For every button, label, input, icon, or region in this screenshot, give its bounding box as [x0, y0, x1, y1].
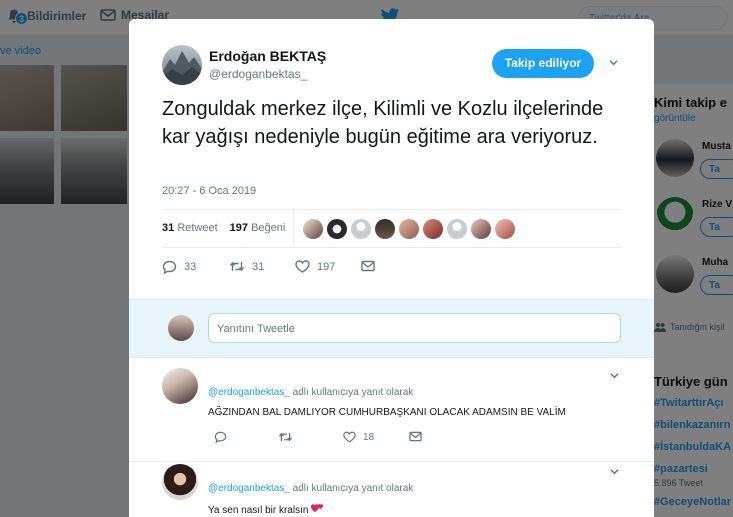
- reply-context: @erdoganbektas_ adlı kullanıcıya yanıt o…: [208, 387, 414, 398]
- retweet-icon: [278, 432, 293, 442]
- reply-text: AĞZINDAN BAL DAMLIYOR CUMHURBAŞKANI OLAC…: [208, 407, 566, 418]
- retweet-stat[interactable]: 31 Retweet: [162, 222, 218, 234]
- retweet-action[interactable]: 31: [229, 260, 264, 273]
- reply-action[interactable]: 33: [162, 260, 196, 274]
- reply-text: Ya sen nasıl bir kralsın: [208, 503, 324, 516]
- avatar[interactable]: [162, 464, 198, 500]
- divider: [162, 209, 622, 210]
- two-hearts-icon: [311, 504, 324, 512]
- tweet-stats: 31 Retweet 197 Beğeni: [162, 222, 285, 234]
- direct-message-action[interactable]: [361, 260, 375, 272]
- retweet-count: 31: [252, 260, 265, 273]
- reply-context: @erdoganbektas_ adlı kullanıcıya yanıt o…: [208, 483, 414, 494]
- reply-icon: [162, 260, 177, 274]
- reply-icon: [214, 431, 227, 443]
- heart-icon: [295, 260, 310, 273]
- tweet-text: Zonguldak merkez ilçe, Kilimli ve Kozlu …: [162, 98, 604, 148]
- reply-count: 33: [184, 261, 197, 273]
- liker-avatar[interactable]: [447, 219, 467, 239]
- direct-message-action[interactable]: [409, 431, 422, 442]
- liker-avatar[interactable]: [375, 219, 395, 239]
- liker-avatar[interactable]: [327, 219, 347, 239]
- chevron-down-icon[interactable]: [609, 58, 618, 67]
- reply-input[interactable]: Yanıtını Tweetle: [208, 313, 621, 343]
- author-handle[interactable]: @erdoganbektas_: [209, 67, 307, 81]
- retweet-action[interactable]: [278, 431, 293, 443]
- mention-link[interactable]: @erdoganbektas_: [208, 387, 290, 398]
- envelope-icon: [409, 431, 422, 442]
- avatar-image: [162, 51, 202, 85]
- retweet-icon: [229, 261, 245, 272]
- envelope-icon: [361, 260, 375, 272]
- like-action[interactable]: 197: [295, 260, 335, 273]
- heart-icon: [343, 431, 356, 443]
- likers-avatars: [303, 219, 515, 239]
- tweet-permalink-modal: Erdoğan BEKTAŞ @erdoganbektas_ Takip edi…: [129, 19, 654, 517]
- divider: [293, 210, 294, 246]
- like-action[interactable]: 18: [343, 431, 374, 443]
- liker-avatar[interactable]: [471, 219, 491, 239]
- liker-avatar[interactable]: [495, 219, 515, 239]
- author-avatar[interactable]: [162, 45, 202, 85]
- reply-composer: Yanıtını Tweetle: [129, 299, 654, 357]
- divider: [162, 247, 622, 248]
- reply-tweet[interactable]: @erdoganbektas_ adlı kullanıcıya yanıt o…: [129, 461, 654, 517]
- like-stat[interactable]: 197 Beğeni: [230, 222, 286, 234]
- author-name[interactable]: Erdoğan BEKTAŞ: [209, 48, 326, 64]
- like-count: 18: [363, 431, 375, 443]
- liker-avatar[interactable]: [351, 219, 371, 239]
- following-button[interactable]: Takip ediliyor: [492, 49, 594, 78]
- mention-link[interactable]: @erdoganbektas_: [208, 483, 290, 494]
- liker-avatar[interactable]: [399, 219, 419, 239]
- liker-avatar[interactable]: [423, 219, 443, 239]
- chevron-down-icon[interactable]: [610, 467, 619, 476]
- tweet-timestamp[interactable]: 20:27 - 6 Oca 2019: [162, 185, 256, 197]
- reply-action[interactable]: [214, 431, 227, 443]
- liker-avatar[interactable]: [303, 219, 323, 239]
- current-user-avatar[interactable]: [168, 315, 194, 341]
- reply-tweet[interactable]: @erdoganbektas_ adlı kullanıcıya yanıt o…: [129, 357, 654, 461]
- like-count: 197: [317, 260, 336, 273]
- avatar[interactable]: [162, 368, 198, 404]
- chevron-down-icon[interactable]: [610, 371, 619, 380]
